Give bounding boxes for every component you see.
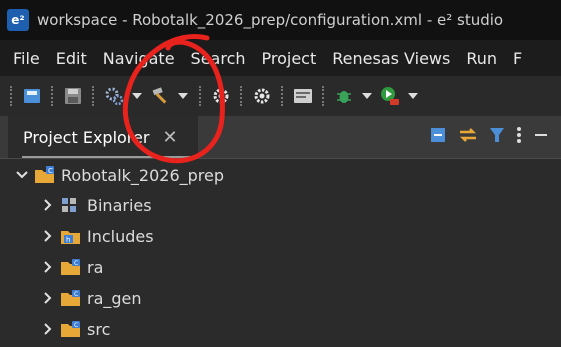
- console-icon[interactable]: [292, 85, 314, 107]
- tree-item-project-root[interactable]: C Robotalk_2026_prep: [14, 160, 224, 190]
- save-all-icon[interactable]: [21, 85, 43, 107]
- gear-icon[interactable]: [210, 85, 232, 107]
- title-bar: e² workspace - Robotalk_2026_prep/config…: [0, 0, 561, 40]
- e2-studio-logo-icon: e²: [7, 9, 29, 31]
- menu-search[interactable]: Search: [183, 49, 254, 68]
- toolbar-separator: [92, 86, 95, 106]
- chevron-right-icon[interactable]: [40, 259, 56, 275]
- tree-item-label: src: [87, 319, 111, 339]
- menu-run[interactable]: Run: [458, 49, 505, 68]
- view-menu-icon[interactable]: [516, 126, 522, 148]
- chevron-right-icon[interactable]: [40, 197, 56, 213]
- source-folder-icon: C: [60, 288, 82, 308]
- chevron-right-icon[interactable]: [40, 228, 56, 244]
- includes-icon: h: [60, 226, 82, 246]
- save-icon[interactable]: [62, 85, 84, 107]
- build-dropdown-icon[interactable]: [178, 93, 188, 99]
- gear-icon[interactable]: [251, 85, 273, 107]
- tree-item-label: Binaries: [87, 195, 152, 215]
- view-tab-bar: Project Explorer ✕: [0, 116, 561, 159]
- main-toolbar: [0, 76, 561, 116]
- svg-text:C: C: [74, 322, 78, 329]
- tree-item-label: Robotalk_2026_prep: [61, 165, 225, 185]
- link-with-editor-icon[interactable]: [458, 126, 478, 148]
- menu-navigate[interactable]: Navigate: [95, 49, 183, 68]
- tree-item-includes[interactable]: h Includes: [40, 221, 154, 251]
- svg-text:C: C: [74, 291, 78, 298]
- svg-text:h: h: [66, 236, 70, 244]
- project-tree: C Robotalk_2026_prep Binaries h Includes…: [0, 159, 561, 347]
- run-icon[interactable]: [379, 85, 401, 107]
- svg-text:C: C: [48, 167, 53, 175]
- project-folder-icon: C: [34, 165, 56, 185]
- window-title: workspace - Robotalk_2026_prep/configura…: [37, 11, 504, 29]
- tree-item-label: ra: [87, 257, 104, 277]
- build-config-dropdown-icon[interactable]: [132, 93, 142, 99]
- menu-file[interactable]: File: [0, 49, 48, 68]
- tree-item-label: Includes: [87, 226, 154, 246]
- tab-active-indicator: [22, 156, 192, 158]
- build-config-icon[interactable]: [103, 85, 125, 107]
- tree-item-binaries[interactable]: Binaries: [40, 190, 152, 220]
- toolbar-separator: [10, 86, 13, 106]
- filter-icon[interactable]: [489, 126, 505, 148]
- hammer-icon[interactable]: [149, 85, 171, 107]
- toolbar-separator: [240, 86, 243, 106]
- tree-item-ra[interactable]: C ra: [40, 252, 103, 282]
- menu-overflow[interactable]: F: [505, 49, 530, 68]
- menu-project[interactable]: Project: [254, 49, 325, 68]
- toolbar-separator: [199, 86, 202, 106]
- binaries-icon: [60, 195, 82, 215]
- toolbar-separator: [51, 86, 54, 106]
- svg-text:C: C: [74, 260, 78, 267]
- source-folder-icon: C: [60, 319, 82, 339]
- collapse-all-icon[interactable]: [429, 126, 447, 148]
- run-dropdown-icon[interactable]: [408, 93, 418, 99]
- close-icon[interactable]: ✕: [162, 127, 177, 148]
- tab-project-explorer[interactable]: Project Explorer ✕: [8, 116, 198, 158]
- tree-item-src[interactable]: C src: [40, 314, 110, 344]
- menu-edit[interactable]: Edit: [48, 49, 95, 68]
- source-folder-icon: C: [60, 257, 82, 277]
- chevron-right-icon[interactable]: [40, 290, 56, 306]
- tree-item-ra-gen[interactable]: C ra_gen: [40, 283, 142, 313]
- debug-bug-icon[interactable]: [333, 85, 355, 107]
- toolbar-separator: [322, 86, 325, 106]
- chevron-down-icon[interactable]: [14, 167, 30, 183]
- tab-label: Project Explorer: [23, 127, 150, 147]
- toolbar-separator: [281, 86, 284, 106]
- menu-renesas-views[interactable]: Renesas Views: [324, 49, 458, 68]
- debug-dropdown-icon[interactable]: [362, 93, 372, 99]
- view-actions: [429, 126, 549, 148]
- menu-bar: File Edit Navigate Search Project Renesa…: [0, 40, 561, 76]
- tree-item-label: ra_gen: [87, 288, 142, 308]
- minimize-icon[interactable]: [533, 126, 549, 148]
- chevron-right-icon[interactable]: [40, 321, 56, 337]
